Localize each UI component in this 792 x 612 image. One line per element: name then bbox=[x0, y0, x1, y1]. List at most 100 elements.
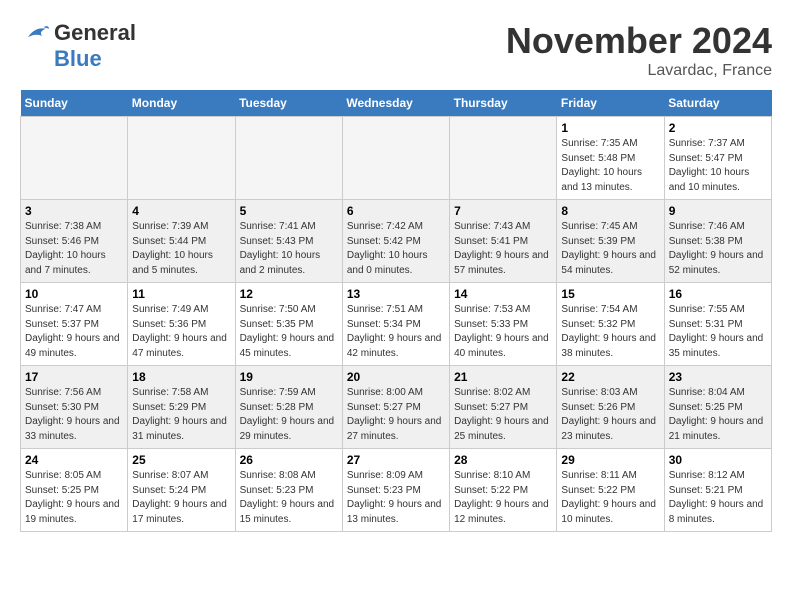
calendar-day-cell: 24Sunrise: 8:05 AM Sunset: 5:25 PM Dayli… bbox=[21, 449, 128, 532]
weekday-header-wednesday: Wednesday bbox=[342, 90, 449, 117]
weekday-header-row: SundayMondayTuesdayWednesdayThursdayFrid… bbox=[21, 90, 772, 117]
calendar-day-cell: 11 Sunrise: 7:49 AM Sunset: 5:36 PM Dayli… bbox=[128, 283, 235, 366]
day-number: 17 bbox=[25, 370, 123, 384]
calendar-day-cell bbox=[128, 117, 235, 200]
day-number: 28 bbox=[454, 453, 552, 467]
calendar-day-cell: 1 Sunrise: 7:35 AM Sunset: 5:48 PM Daylig… bbox=[557, 117, 664, 200]
day-info: Sunrise: 7:54 AM Sunset: 5:32 PM Dayligh… bbox=[561, 303, 659, 361]
day-number: 16 bbox=[669, 287, 767, 301]
day-number: 26 bbox=[240, 453, 338, 467]
day-number: 23 bbox=[669, 370, 767, 384]
day-number: 7 bbox=[454, 204, 552, 218]
day-info: Sunrise: 8:12 AM Sunset: 5:21 PM Dayligh… bbox=[669, 469, 767, 527]
calendar-week-row: 1 Sunrise: 7:35 AM Sunset: 5:48 PM Daylig… bbox=[21, 117, 772, 200]
day-info: Sunrise: 8:04 AM Sunset: 5:25 PM Dayligh… bbox=[669, 386, 767, 444]
day-number: 12 bbox=[240, 287, 338, 301]
calendar-day-cell: 19 Sunrise: 7:59 AM Sunset: 5:28 PM Dayli… bbox=[235, 366, 342, 449]
day-info: Sunrise: 7:37 AM Sunset: 5:47 PM Dayligh… bbox=[669, 137, 767, 195]
calendar-week-row: 17 Sunrise: 7:56 AM Sunset: 5:30 PM Dayli… bbox=[21, 366, 772, 449]
day-info: Sunrise: 8:11 AM Sunset: 5:22 PM Dayligh… bbox=[561, 469, 659, 527]
day-info: Sunrise: 8:10 AM Sunset: 5:22 PM Dayligh… bbox=[454, 469, 552, 527]
day-info: Sunrise: 7:49 AM Sunset: 5:36 PM Dayligh… bbox=[132, 303, 230, 361]
day-info: Sunrise: 7:38 AM Sunset: 5:46 PM Dayligh… bbox=[25, 220, 123, 278]
logo-blue: Blue bbox=[54, 46, 102, 72]
day-number: 15 bbox=[561, 287, 659, 301]
calendar-day-cell: 6 Sunrise: 7:42 AM Sunset: 5:42 PM Daylig… bbox=[342, 200, 449, 283]
calendar-day-cell: 15 Sunrise: 7:54 AM Sunset: 5:32 PM Dayli… bbox=[557, 283, 664, 366]
day-info: Sunrise: 7:35 AM Sunset: 5:48 PM Dayligh… bbox=[561, 137, 659, 195]
calendar-day-cell: 17 Sunrise: 7:56 AM Sunset: 5:30 PM Dayli… bbox=[21, 366, 128, 449]
day-number: 6 bbox=[347, 204, 445, 218]
day-info: Sunrise: 8:07 AM Sunset: 5:24 PM Dayligh… bbox=[132, 469, 230, 527]
calendar-day-cell bbox=[342, 117, 449, 200]
day-number: 5 bbox=[240, 204, 338, 218]
calendar-day-cell: 14Sunrise: 7:53 AM Sunset: 5:33 PM Dayli… bbox=[450, 283, 557, 366]
calendar-week-row: 3 Sunrise: 7:38 AM Sunset: 5:46 PM Daylig… bbox=[21, 200, 772, 283]
day-number: 9 bbox=[669, 204, 767, 218]
day-number: 13 bbox=[347, 287, 445, 301]
calendar-day-cell bbox=[235, 117, 342, 200]
day-info: Sunrise: 7:46 AM Sunset: 5:38 PM Dayligh… bbox=[669, 220, 767, 278]
day-number: 27 bbox=[347, 453, 445, 467]
logo-bird-icon bbox=[20, 23, 50, 43]
weekday-header-tuesday: Tuesday bbox=[235, 90, 342, 117]
day-info: Sunrise: 8:08 AM Sunset: 5:23 PM Dayligh… bbox=[240, 469, 338, 527]
day-number: 11 bbox=[132, 287, 230, 301]
day-number: 8 bbox=[561, 204, 659, 218]
calendar-day-cell: 18 Sunrise: 7:58 AM Sunset: 5:29 PM Dayli… bbox=[128, 366, 235, 449]
calendar-day-cell: 27 Sunrise: 8:09 AM Sunset: 5:23 PM Dayli… bbox=[342, 449, 449, 532]
day-info: Sunrise: 7:59 AM Sunset: 5:28 PM Dayligh… bbox=[240, 386, 338, 444]
calendar-day-cell: 7 Sunrise: 7:43 AM Sunset: 5:41 PM Daylig… bbox=[450, 200, 557, 283]
calendar-day-cell: 16 Sunrise: 7:55 AM Sunset: 5:31 PM Dayli… bbox=[664, 283, 771, 366]
calendar-day-cell: 13 Sunrise: 7:51 AM Sunset: 5:34 PM Dayli… bbox=[342, 283, 449, 366]
day-number: 2 bbox=[669, 121, 767, 135]
calendar-day-cell: 29 Sunrise: 8:11 AM Sunset: 5:22 PM Dayli… bbox=[557, 449, 664, 532]
day-info: Sunrise: 7:53 AM Sunset: 5:33 PM Dayligh… bbox=[454, 303, 552, 361]
weekday-header-thursday: Thursday bbox=[450, 90, 557, 117]
day-number: 30 bbox=[669, 453, 767, 467]
calendar-day-cell bbox=[450, 117, 557, 200]
day-info: Sunrise: 7:42 AM Sunset: 5:42 PM Dayligh… bbox=[347, 220, 445, 278]
day-number: 3 bbox=[25, 204, 123, 218]
calendar-day-cell: 12 Sunrise: 7:50 AM Sunset: 5:35 PM Dayli… bbox=[235, 283, 342, 366]
location: Lavardac, France bbox=[506, 62, 772, 80]
calendar-day-cell: 26 Sunrise: 8:08 AM Sunset: 5:23 PM Dayli… bbox=[235, 449, 342, 532]
title-area: November 2024 Lavardac, France bbox=[506, 20, 772, 80]
day-number: 24 bbox=[25, 453, 123, 467]
day-number: 29 bbox=[561, 453, 659, 467]
calendar-day-cell: 4Sunrise: 7:39 AM Sunset: 5:44 PM Daylig… bbox=[128, 200, 235, 283]
day-info: Sunrise: 8:00 AM Sunset: 5:27 PM Dayligh… bbox=[347, 386, 445, 444]
day-number: 20 bbox=[347, 370, 445, 384]
calendar-day-cell: 28 Sunrise: 8:10 AM Sunset: 5:22 PM Dayli… bbox=[450, 449, 557, 532]
day-number: 19 bbox=[240, 370, 338, 384]
day-info: Sunrise: 7:50 AM Sunset: 5:35 PM Dayligh… bbox=[240, 303, 338, 361]
day-number: 4 bbox=[132, 204, 230, 218]
calendar-day-cell: 20 Sunrise: 8:00 AM Sunset: 5:27 PM Dayli… bbox=[342, 366, 449, 449]
calendar-week-row: 10Sunrise: 7:47 AM Sunset: 5:37 PM Dayli… bbox=[21, 283, 772, 366]
calendar-day-cell: 8Sunrise: 7:45 AM Sunset: 5:39 PM Daylig… bbox=[557, 200, 664, 283]
day-info: Sunrise: 7:56 AM Sunset: 5:30 PM Dayligh… bbox=[25, 386, 123, 444]
calendar-day-cell: 30 Sunrise: 8:12 AM Sunset: 5:21 PM Dayli… bbox=[664, 449, 771, 532]
day-info: Sunrise: 7:51 AM Sunset: 5:34 PM Dayligh… bbox=[347, 303, 445, 361]
calendar-day-cell: 21Sunrise: 8:02 AM Sunset: 5:27 PM Dayli… bbox=[450, 366, 557, 449]
day-number: 25 bbox=[132, 453, 230, 467]
day-info: Sunrise: 7:55 AM Sunset: 5:31 PM Dayligh… bbox=[669, 303, 767, 361]
calendar-day-cell: 5Sunrise: 7:41 AM Sunset: 5:43 PM Daylig… bbox=[235, 200, 342, 283]
calendar-day-cell: 22 Sunrise: 8:03 AM Sunset: 5:26 PM Dayli… bbox=[557, 366, 664, 449]
calendar-day-cell: 2 Sunrise: 7:37 AM Sunset: 5:47 PM Daylig… bbox=[664, 117, 771, 200]
day-info: Sunrise: 8:09 AM Sunset: 5:23 PM Dayligh… bbox=[347, 469, 445, 527]
calendar-day-cell bbox=[21, 117, 128, 200]
day-number: 1 bbox=[561, 121, 659, 135]
logo: General Blue bbox=[20, 20, 136, 72]
day-info: Sunrise: 8:03 AM Sunset: 5:26 PM Dayligh… bbox=[561, 386, 659, 444]
weekday-header-saturday: Saturday bbox=[664, 90, 771, 117]
day-number: 10 bbox=[25, 287, 123, 301]
day-info: Sunrise: 8:02 AM Sunset: 5:27 PM Dayligh… bbox=[454, 386, 552, 444]
calendar-day-cell: 10Sunrise: 7:47 AM Sunset: 5:37 PM Dayli… bbox=[21, 283, 128, 366]
day-info: Sunrise: 7:58 AM Sunset: 5:29 PM Dayligh… bbox=[132, 386, 230, 444]
page-header: General Blue November 2024 Lavardac, Fra… bbox=[20, 20, 772, 80]
calendar-day-cell: 23 Sunrise: 8:04 AM Sunset: 5:25 PM Dayli… bbox=[664, 366, 771, 449]
day-info: Sunrise: 7:43 AM Sunset: 5:41 PM Dayligh… bbox=[454, 220, 552, 278]
day-number: 18 bbox=[132, 370, 230, 384]
day-number: 22 bbox=[561, 370, 659, 384]
